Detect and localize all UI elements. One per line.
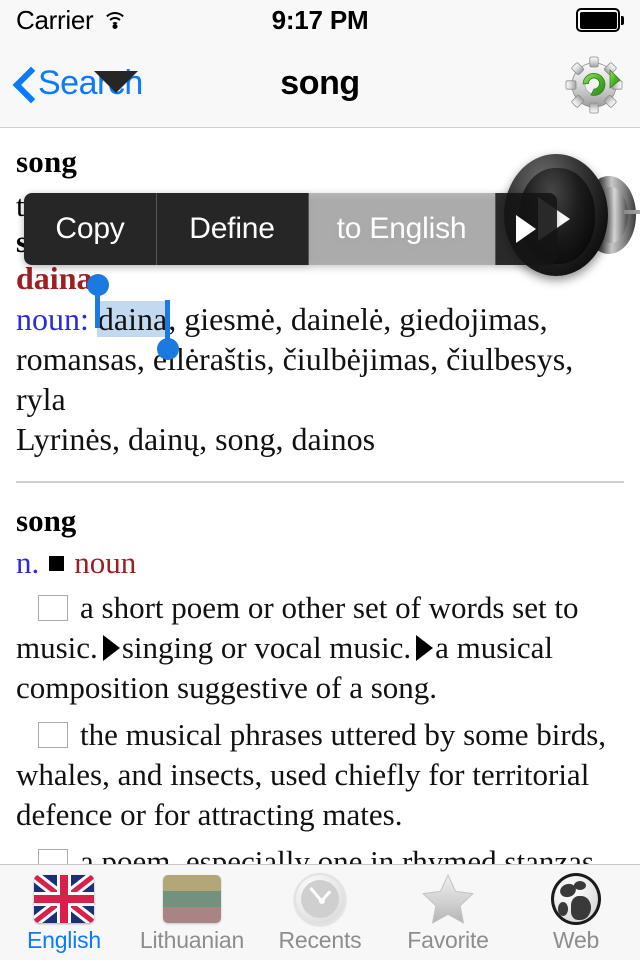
selection-knob xyxy=(156,338,179,360)
entry-headword: song xyxy=(16,503,77,538)
gear-refresh-icon[interactable] xyxy=(562,52,626,116)
sense-box-icon xyxy=(38,722,68,748)
sense-item: a poem, especially one in rhymed stanzas… xyxy=(16,842,624,864)
tab-label: English xyxy=(26,927,102,953)
pos-full-label: noun xyxy=(74,545,137,580)
tab-web[interactable]: Web xyxy=(512,865,640,954)
tab-label: Favorite xyxy=(407,927,489,953)
lithuania-flag-icon xyxy=(163,873,221,925)
chevron-left-icon xyxy=(14,67,34,101)
copy-button[interactable]: Copy xyxy=(24,193,156,265)
selected-word[interactable]: daina xyxy=(96,301,169,337)
globe-icon xyxy=(551,873,601,925)
uk-flag-icon xyxy=(34,873,94,925)
sense-text-1: a poem, especially one in rhymed stanzas… xyxy=(80,844,602,864)
tab-label: Lithuanian xyxy=(139,927,245,953)
entry-english: song n. noun a short poem or other set o… xyxy=(0,503,640,864)
star-icon xyxy=(420,873,476,925)
gear-refresh-glyph xyxy=(565,56,623,113)
tab-lithuanian[interactable]: Lithuanian xyxy=(128,865,256,954)
part-of-speech-row: n. noun xyxy=(16,545,624,581)
sense-text-1: the musical phrases uttered by some bird… xyxy=(16,717,607,832)
sense-item: the musical phrases uttered by some bird… xyxy=(16,715,624,835)
sense-box-icon xyxy=(38,595,68,621)
entry-divider xyxy=(16,481,624,483)
tab-recents[interactable]: Recents xyxy=(256,865,384,954)
tab-bar: English Lithuanian Recents Favorite Web xyxy=(0,864,640,960)
define-button[interactable]: Define xyxy=(156,193,308,265)
tab-english[interactable]: English xyxy=(0,865,128,954)
speaker-stem xyxy=(624,210,640,214)
more-options-button[interactable] xyxy=(495,193,557,265)
text-selection-menu[interactable]: Copy Define to English xyxy=(24,193,557,265)
sub-sense-triangle-icon xyxy=(102,635,120,661)
status-bar: Carrier 9:17 PM xyxy=(0,0,640,40)
sense-text-2: singing or vocal music. xyxy=(121,630,412,665)
clock-icon xyxy=(294,873,346,925)
sense-box-icon xyxy=(38,849,68,864)
part-of-speech-label: noun: xyxy=(16,301,89,337)
menu-tail-pointer xyxy=(94,71,138,93)
inflected-forms: Lyrinės, dainų, song, dainos xyxy=(16,421,376,457)
battery-full-icon xyxy=(576,8,624,32)
sub-sense-triangle-icon xyxy=(416,635,434,661)
status-bar-clock: 9:17 PM xyxy=(271,4,369,35)
pos-abbreviation: n. xyxy=(16,545,40,580)
sense-item: a short poem or other set of words set t… xyxy=(16,588,624,708)
tab-label: Recents xyxy=(278,927,362,953)
tab-favorite[interactable]: Favorite xyxy=(384,865,512,954)
play-right-arrow-icon xyxy=(516,215,536,243)
translate-button[interactable]: to English xyxy=(308,193,495,265)
translation-list[interactable]: noun: daina, giesmė, dainelė, giedojimas… xyxy=(16,299,624,419)
status-bar-right xyxy=(576,8,624,32)
selection-knob xyxy=(86,274,109,296)
selection-bar xyxy=(165,300,170,342)
black-square-bullet-icon xyxy=(49,555,65,571)
tab-label: Web xyxy=(552,927,600,953)
